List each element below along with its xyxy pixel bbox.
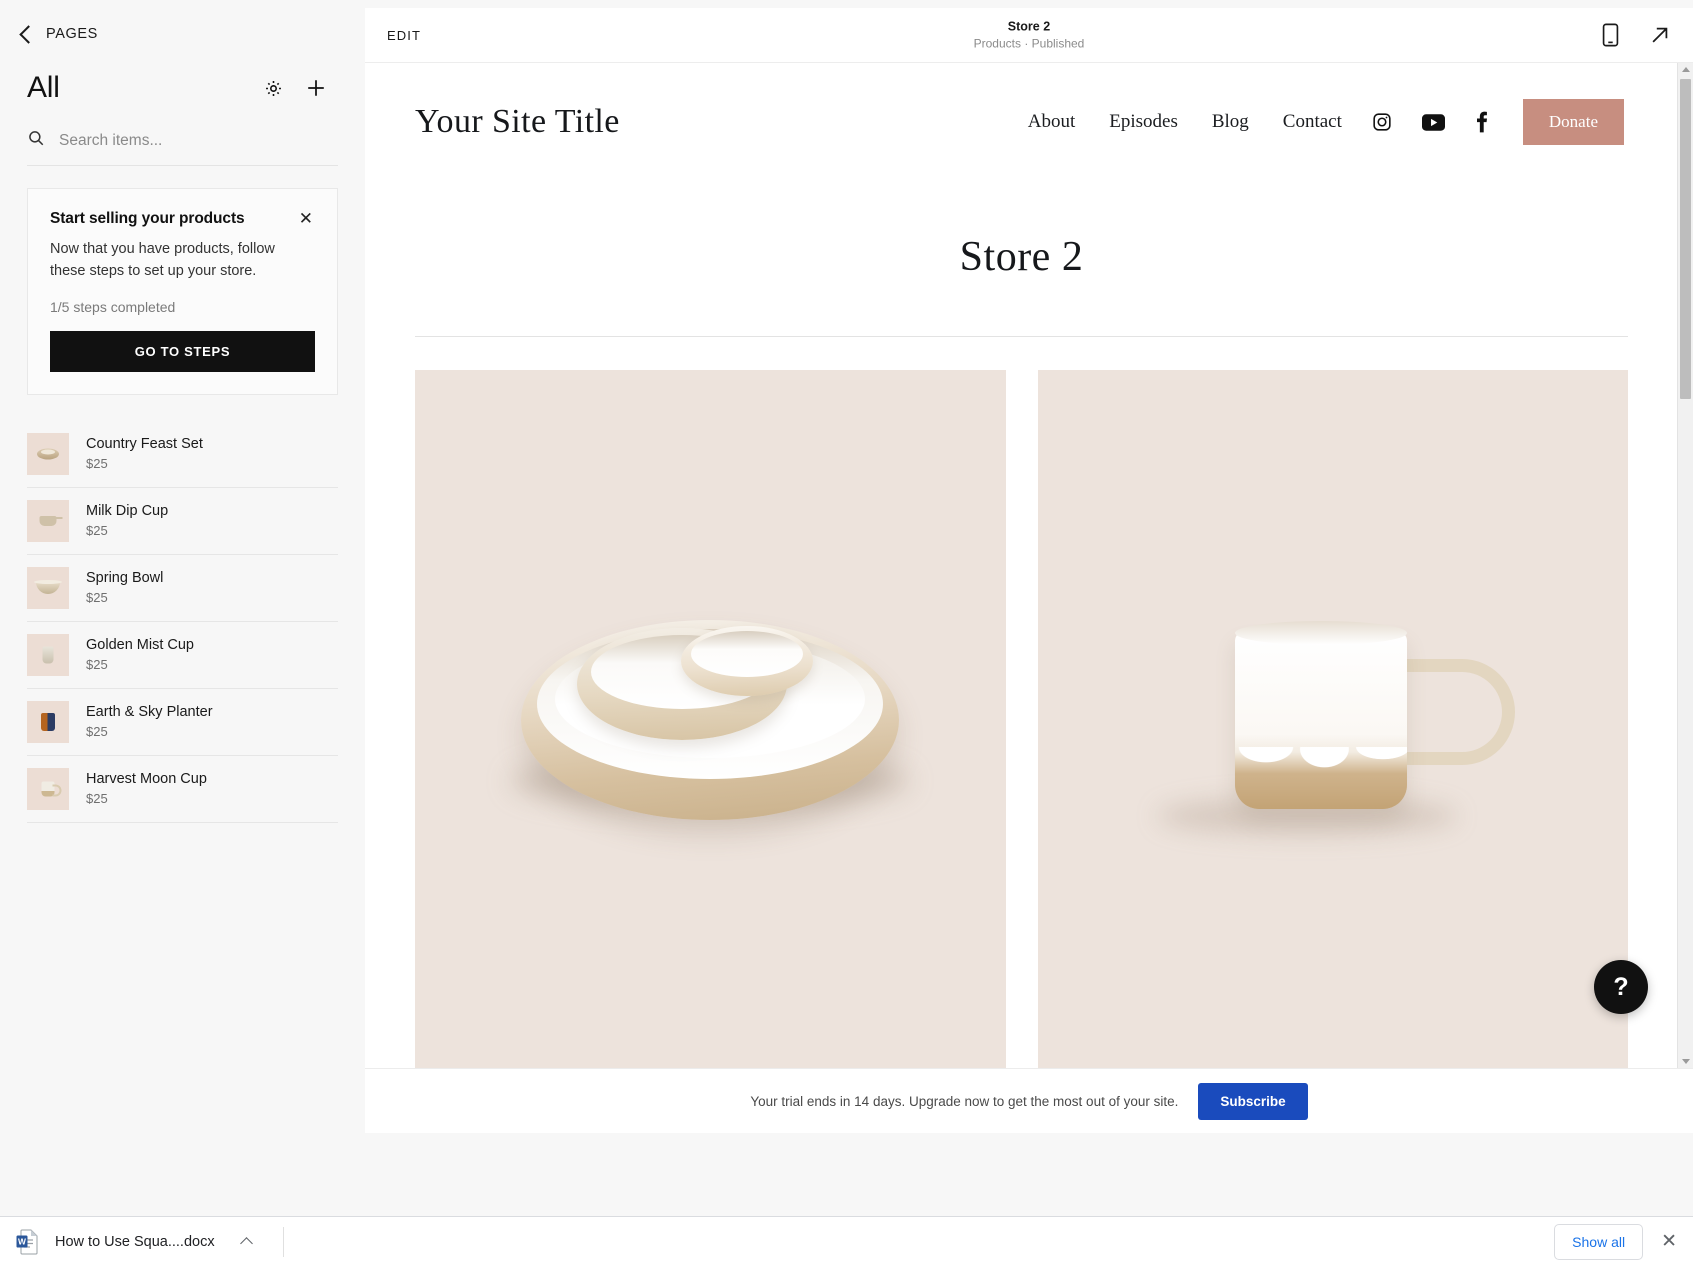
product-thumbnail [27,701,69,743]
chevron-up-icon[interactable] [240,1237,253,1250]
nav-item-about[interactable]: About [1028,111,1076,133]
download-file-name: How to Use Squa....docx [55,1234,215,1250]
product-info: Country Feast Set $25 [86,436,203,471]
country-feast-set-image [521,620,899,820]
facebook-icon[interactable] [1475,111,1488,133]
products-sidebar: PAGES All [0,0,365,1216]
store-setup-promo-card: Start selling your products ✕ Now that y… [27,188,338,395]
divider [283,1227,284,1257]
scroll-up-arrow-icon[interactable] [1682,67,1690,72]
preview-toolbar: EDIT Store 2 Products · Published [365,8,1693,63]
product-name: Harvest Moon Cup [86,771,207,787]
open-in-new-icon[interactable] [1649,24,1671,46]
product-card-country-feast-set[interactable] [415,370,1006,1068]
word-doc-icon: W [16,1229,38,1255]
nav-item-episodes[interactable]: Episodes [1109,111,1178,133]
product-list: Country Feast Set $25 Milk Dip Cup $25 [27,421,338,823]
instagram-icon[interactable] [1372,112,1392,132]
back-to-pages-label: PAGES [46,26,98,42]
page-title: All [27,71,60,105]
youtube-icon[interactable] [1422,114,1445,131]
product-info: Harvest Moon Cup $25 [86,771,207,806]
product-price: $25 [86,791,207,806]
product-price: $25 [86,590,163,605]
mobile-preview-icon[interactable] [1602,23,1619,47]
search-bar[interactable] [27,129,338,166]
search-icon [27,129,45,152]
scrollbar-thumb[interactable] [1680,79,1691,399]
chevron-left-icon [19,25,37,43]
product-info: Spring Bowl $25 [86,570,163,605]
product-grid [415,370,1628,1068]
site-header: Your Site Title About Episodes Blog Cont… [365,63,1678,145]
product-info: Milk Dip Cup $25 [86,503,168,538]
harvest-moon-cup-image [1235,631,1407,809]
product-name: Golden Mist Cup [86,637,194,653]
help-button[interactable]: ? [1594,960,1648,1014]
nav-item-contact[interactable]: Contact [1283,111,1342,133]
product-info: Golden Mist Cup $25 [86,637,194,672]
product-card-harvest-moon-cup[interactable] [1038,370,1629,1068]
sidebar-header-actions [264,77,327,99]
list-item[interactable]: Spring Bowl $25 [27,555,338,622]
product-name: Milk Dip Cup [86,503,168,519]
promo-title: Start selling your products [50,210,245,228]
nav-item-blog[interactable]: Blog [1212,111,1249,133]
preview-page-title: Store 2 [365,20,1693,34]
promo-description: Now that you have products, follow these… [50,238,312,283]
product-name: Country Feast Set [86,436,203,452]
product-price: $25 [86,523,168,538]
trial-banner: Your trial ends in 14 days. Upgrade now … [365,1068,1693,1133]
show-all-button[interactable]: Show all [1554,1224,1643,1260]
sidebar-header: All [0,42,365,105]
svg-text:W: W [18,1236,26,1246]
subscribe-button[interactable]: Subscribe [1198,1083,1307,1120]
product-name: Earth & Sky Planter [86,704,213,720]
site-navigation: About Episodes Blog Contact [994,99,1624,145]
store-page-heading: Store 2 [365,233,1678,281]
site-title[interactable]: Your Site Title [415,103,620,141]
close-icon[interactable]: ✕ [1661,1232,1677,1251]
go-to-steps-button[interactable]: GO TO STEPS [50,331,315,372]
trial-message: Your trial ends in 14 days. Upgrade now … [750,1094,1178,1109]
product-thumbnail [27,433,69,475]
product-price: $25 [86,456,203,471]
preview-scrollbar[interactable] [1677,63,1693,1068]
back-to-pages-button[interactable]: PAGES [0,0,365,42]
search-input[interactable] [59,132,338,150]
product-price: $25 [86,724,213,739]
edit-button[interactable]: EDIT [387,28,421,43]
donate-button[interactable]: Donate [1523,99,1624,145]
plus-icon[interactable] [305,77,327,99]
scroll-down-arrow-icon[interactable] [1682,1059,1690,1064]
preview-toolbar-actions [1602,23,1671,47]
download-item[interactable]: W How to Use Squa....docx [16,1229,251,1255]
gear-icon[interactable] [264,79,283,98]
product-name: Spring Bowl [86,570,163,586]
downloads-bar: W How to Use Squa....docx Show all ✕ [0,1216,1693,1266]
app-window: PAGES All [0,0,1693,1266]
product-info: Earth & Sky Planter $25 [86,704,213,739]
product-price: $25 [86,657,194,672]
list-item[interactable]: Golden Mist Cup $25 [27,622,338,689]
list-item[interactable]: Harvest Moon Cup $25 [27,756,338,823]
site-canvas: Your Site Title About Episodes Blog Cont… [365,63,1678,1068]
preview-page-meta: Store 2 Products · Published [365,20,1693,51]
product-thumbnail [27,500,69,542]
product-thumbnail [27,567,69,609]
product-thumbnail [27,634,69,676]
product-thumbnail [27,768,69,810]
promo-header: Start selling your products ✕ [50,210,315,228]
divider [415,336,1628,337]
site-preview-panel: EDIT Store 2 Products · Published [365,0,1693,1216]
downloads-bar-actions: Show all ✕ [1554,1224,1677,1260]
promo-progress-text: 1/5 steps completed [50,299,315,315]
list-item[interactable]: Country Feast Set $25 [27,421,338,488]
close-icon[interactable]: ✕ [297,210,315,227]
list-item[interactable]: Earth & Sky Planter $25 [27,689,338,756]
list-item[interactable]: Milk Dip Cup $25 [27,488,338,555]
preview-page-status: Products · Published [365,37,1693,51]
